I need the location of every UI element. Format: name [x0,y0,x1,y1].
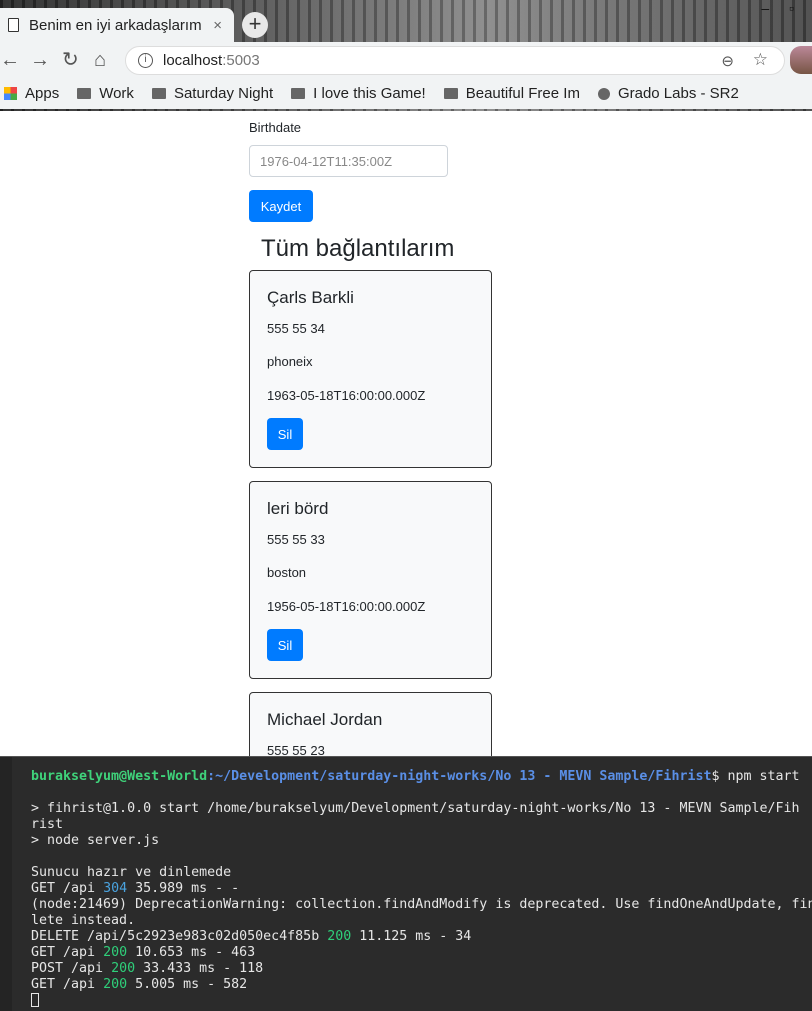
bookmark-label: Beautiful Free Im [465,85,580,102]
terminal-cursor [31,993,39,1007]
page-icon [8,18,19,32]
log-timing: 11.125 ms - 34 [351,929,472,944]
contact-city: phoneix [267,354,313,369]
bookmark-i-love-this-game[interactable]: I love this Game! [291,85,426,102]
log-timing: 5.005 ms - 582 [127,977,248,992]
folder-icon [291,88,306,99]
close-icon[interactable]: × [213,17,222,34]
log-status: 200 [103,945,128,960]
forward-icon[interactable]: → [30,48,50,72]
terminal-line: > fihrist@1.0.0 start /home/burakselyum/… [31,801,800,816]
url-host: localhost [163,52,223,69]
toolbar: ← → ↻ ⌂ i localhost :5003 ⊖ ☆ [0,42,812,78]
log-status: 304 [103,881,128,896]
log-status: 200 [327,929,352,944]
terminal-line: rist [31,817,64,832]
log-timing: 33.433 ms - 118 [135,961,264,976]
terminal-line: Sunucu hazır ve dinlemede [31,865,232,880]
reload-icon[interactable]: ↻ [62,48,79,72]
folder-icon [77,88,92,99]
folder-icon [151,88,166,99]
contact-card: Michael Jordan 555 55 23 [249,692,492,756]
zoom-icon[interactable]: ⊖ [721,52,734,70]
log-request: POST /api [31,961,112,976]
url-port: :5003 [222,52,260,69]
log-status: 200 [103,977,128,992]
contact-city: boston [267,565,307,580]
address-bar[interactable]: i localhost :5003 ⊖ ☆ [125,46,785,75]
tab-title: Benim en iyi arkadaşlarım [29,16,202,34]
bookmarks-bar: Apps Work Saturday Night I love this Gam… [0,78,812,109]
image-site-icon [443,88,458,99]
window-controls[interactable]: – ▫ [761,0,802,16]
contact-phone: 555 55 23 [267,743,325,756]
bookmark-label: Saturday Night [173,85,274,102]
new-tab-button[interactable]: + [242,12,268,38]
browser-tab[interactable]: Benim en iyi arkadaşlarım × [0,8,234,42]
bookmark-beautiful-free[interactable]: Beautiful Free Im [443,85,580,102]
birthdate-input[interactable] [249,145,448,177]
bookmark-star-icon[interactable]: ☆ [753,50,768,70]
contacts-heading: Tüm bağlantılarım [261,235,455,262]
terminal-gutter [0,757,12,1011]
bookmark-label: I love this Game! [313,85,426,102]
bookmark-grado-labs[interactable]: Grado Labs - SR2 [597,85,739,102]
bookmark-work[interactable]: Work [77,85,134,102]
log-request: GET /api [31,945,104,960]
contact-card: Çarls Barkli 555 55 34 phoneix 1963-05-1… [249,270,492,468]
terminal-line: lete instead. [31,913,136,928]
browser-chrome: Benim en iyi arkadaşlarım × + – ▫ ← → ↻ … [0,0,812,111]
bookmark-apps[interactable]: Apps [4,85,59,102]
terminal-panel[interactable]: burakselyum@West-World:~/Development/sat… [0,756,812,1011]
prompt-command: $ npm start [711,769,800,784]
home-icon[interactable]: ⌂ [94,48,106,72]
apps-grid-icon [4,87,17,100]
bookmark-label: Grado Labs - SR2 [617,85,739,102]
terminal-output: burakselyum@West-World:~/Development/sat… [31,769,812,1010]
log-request: DELETE /api/5c2923e983c02d050ec4f85b [31,929,328,944]
contact-name: Çarls Barkli [267,288,354,307]
profile-avatar[interactable] [790,46,812,74]
back-icon[interactable]: ← [0,48,20,72]
contact-name: leri börd [267,499,329,518]
contact-birthdate: 1963-05-18T16:00:00.000Z [267,388,426,403]
contact-phone: 555 55 33 [267,532,325,547]
bookmark-label: Apps [25,85,60,102]
page-content: Birthdate Kaydet Tüm bağlantılarım Çarls… [0,111,812,756]
log-status: 200 [111,961,136,976]
terminal-line: (node:21469) DeprecationWarning: collect… [31,897,812,912]
globe-icon [597,87,610,100]
prompt-user: burakselyum@West-World [31,769,208,784]
bookmark-saturday-night[interactable]: Saturday Night [151,85,274,102]
contact-phone: 555 55 34 [267,321,325,336]
prompt-path: :~/Development/saturday-night-works/No 1… [207,769,712,784]
birthdate-label: Birthdate [249,120,302,135]
log-timing: 35.989 ms - - [127,881,240,896]
delete-button[interactable]: Sil [267,418,303,450]
info-icon[interactable]: i [138,53,153,68]
terminal-line: > node server.js [31,833,160,848]
log-request: GET /api [31,881,104,896]
save-button[interactable]: Kaydet [249,190,313,222]
log-timing: 10.653 ms - 463 [127,945,256,960]
contact-birthdate: 1956-05-18T16:00:00.000Z [267,599,426,614]
contact-name: Michael Jordan [267,710,383,729]
delete-button[interactable]: Sil [267,629,303,661]
contact-card: leri börd 555 55 33 boston 1956-05-18T16… [249,481,492,679]
bookmark-label: Work [99,85,134,102]
log-request: GET /api [31,977,104,992]
